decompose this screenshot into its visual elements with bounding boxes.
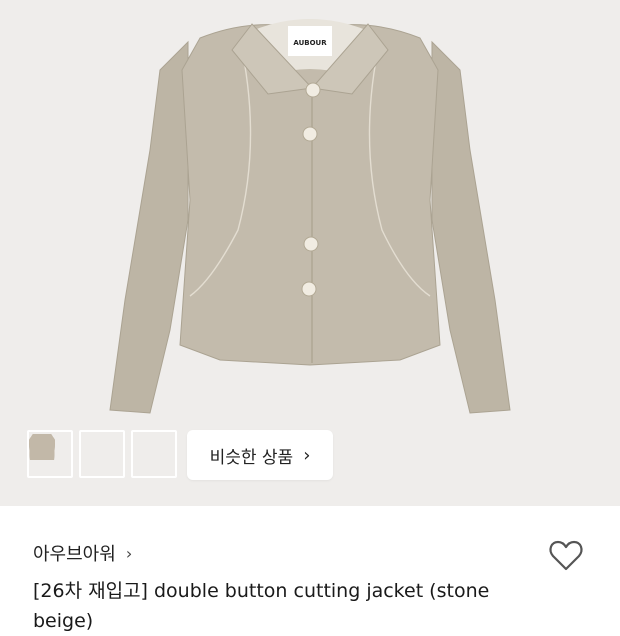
thumbnail-strip <box>27 430 177 478</box>
heart-icon <box>549 540 583 571</box>
brand-link[interactable]: 아우브아워 › <box>33 540 132 566</box>
similar-products-button[interactable]: 비슷한 상품 › <box>187 430 333 480</box>
thumbnail-stone-beige[interactable] <box>29 430 177 478</box>
chevron-right-icon: › <box>303 444 311 466</box>
wishlist-button[interactable] <box>546 536 586 576</box>
chevron-right-icon: › <box>125 543 133 563</box>
thumbnail-cream[interactable] <box>29 430 125 478</box>
brand-name: 아우브아워 <box>33 544 116 565</box>
product-image[interactable]: AUBOUR 비슷한 상품 › <box>0 0 620 506</box>
similar-products-label: 비슷한 상품 <box>209 447 294 468</box>
brand-tag-label: AUBOUR <box>293 39 327 47</box>
product-title: [26차 재입고] double button cutting jacket (… <box>33 580 490 632</box>
